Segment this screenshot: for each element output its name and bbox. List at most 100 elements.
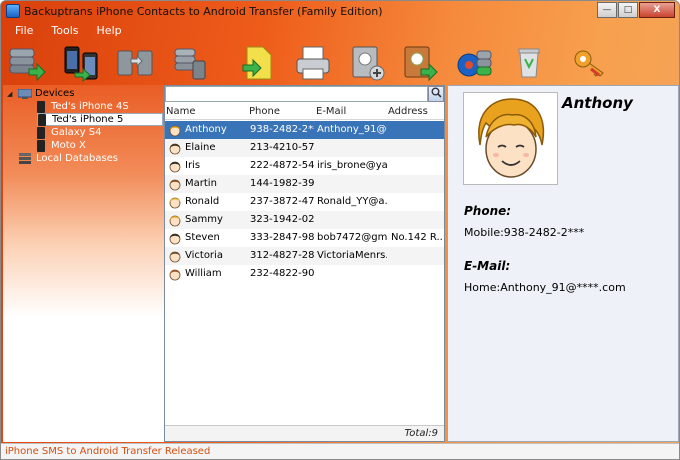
tree-devices-label: Devices: [35, 88, 75, 99]
close-button[interactable]: X: [639, 2, 675, 18]
contact-avatar-icon: [168, 195, 182, 209]
cell-name: Sammy: [185, 214, 223, 225]
contact-avatar-icon: [168, 231, 182, 245]
export-file-icon[interactable]: [239, 43, 279, 83]
phone-label: Phone:: [464, 204, 512, 218]
phone-icon: [37, 126, 45, 139]
sync-devices-icon[interactable]: [115, 43, 155, 83]
toolbar: [1, 39, 679, 87]
menu-file[interactable]: File: [1, 24, 41, 37]
contact-row[interactable]: Elaine 213-4210-57...: [165, 139, 444, 157]
device-tree: ◢ Devices Ted's iPhone 4S Ted's iPhone 5…: [3, 85, 164, 442]
contact-avatar-icon: [168, 141, 182, 155]
total-count: Total:9: [404, 428, 438, 439]
title-bar[interactable]: Backuptrans iPhone Contacts to Android T…: [1, 1, 679, 21]
contact-row[interactable]: Victoria 312-4827-28...VictoriaMenrs...: [165, 247, 444, 265]
tree-device-label: Moto X: [51, 140, 86, 151]
contact-name: Anthony: [562, 94, 633, 112]
transfer-to-android-icon[interactable]: [61, 43, 101, 83]
menu-bar: File Tools Help: [1, 21, 130, 39]
contact-detail-panel: Anthony Phone: Mobile:938-2482-2*** E-Ma…: [447, 85, 679, 442]
cell-address: No.142 R...: [391, 232, 443, 243]
menu-tools[interactable]: Tools: [41, 24, 86, 37]
tree-local-databases[interactable]: Local Databases: [19, 152, 118, 165]
key-icon[interactable]: [569, 43, 609, 83]
contact-avatar-icon: [168, 249, 182, 263]
contact-avatar-icon: [168, 213, 182, 227]
cell-name: Anthony: [185, 124, 227, 135]
contact-row[interactable]: Steven 333-2847-98...bob7472@gm... No.142 …: [165, 229, 444, 247]
tree-device-iphone-4s[interactable]: Ted's iPhone 4S: [37, 100, 129, 113]
col-header-name[interactable]: Name: [166, 104, 196, 119]
contact-avatar-icon: [168, 267, 182, 281]
tree-device-label: Ted's iPhone 4S: [51, 101, 129, 112]
cell-name: William: [185, 268, 222, 279]
tree-device-iphone-5[interactable]: Ted's iPhone 5: [37, 113, 163, 126]
status-text[interactable]: iPhone SMS to Android Transfer Released: [5, 446, 210, 457]
tree-device-galaxy-s4[interactable]: Galaxy S4: [37, 126, 102, 139]
cell-phone: 323-1942-02...: [250, 214, 314, 225]
backup-database-icon[interactable]: [7, 43, 47, 83]
tree-device-moto-x[interactable]: Moto X: [37, 139, 86, 152]
cell-phone: 232-4822-90...: [250, 268, 314, 279]
total-bar: Total:9: [165, 425, 444, 441]
cell-email: Ronald_YY@a...: [317, 196, 387, 207]
cell-phone: 312-4827-28...: [250, 250, 314, 261]
contact-row[interactable]: William 232-4822-90...: [165, 265, 444, 283]
cell-name: Steven: [185, 232, 220, 243]
cell-email: VictoriaMenrs...: [317, 250, 387, 261]
minimize-button[interactable]: —: [597, 2, 617, 18]
contact-row[interactable]: Martin 144-1982-39...: [165, 175, 444, 193]
window-controls: — □ X: [597, 2, 675, 18]
export-contacts-icon[interactable]: [401, 43, 441, 83]
phone-icon: [38, 113, 46, 126]
app-window: Backuptrans iPhone Contacts to Android T…: [0, 0, 680, 460]
app-icon: [6, 4, 20, 18]
tree-devices[interactable]: ◢ Devices: [7, 87, 74, 100]
contact-row[interactable]: Anthony 938-2482-2***Anthony_91@*...: [165, 121, 444, 139]
email-value[interactable]: Home:Anthony_91@****.com: [464, 281, 626, 294]
maximize-button[interactable]: □: [618, 2, 638, 18]
print-icon[interactable]: [293, 43, 333, 83]
cell-phone: 144-1982-39...: [250, 178, 314, 189]
contact-row[interactable]: Ronald 237-3872-47...Ronald_YY@a...: [165, 193, 444, 211]
tree-local-label: Local Databases: [36, 153, 119, 164]
phone-icon: [37, 139, 45, 152]
cell-name: Elaine: [185, 142, 216, 153]
cell-phone: 222-4872-54...: [250, 160, 314, 171]
tree-device-label: Ted's iPhone 5: [52, 114, 124, 125]
col-header-phone[interactable]: Phone: [249, 104, 280, 119]
header-divider: [165, 119, 444, 120]
contact-row[interactable]: Iris 222-4872-54...iris_brone@ya...: [165, 157, 444, 175]
contact-avatar-icon: [168, 123, 182, 137]
restore-icon[interactable]: [455, 43, 495, 83]
cell-phone: 333-2847-98...: [250, 232, 314, 243]
import-database-icon[interactable]: [169, 43, 209, 83]
window-title: Backuptrans iPhone Contacts to Android T…: [24, 4, 383, 18]
cell-phone: 213-4210-57...: [250, 142, 314, 153]
cell-name: Iris: [185, 160, 201, 171]
contact-avatar-icon: [168, 159, 182, 173]
cell-name: Victoria: [185, 250, 223, 261]
menu-help[interactable]: Help: [87, 24, 130, 37]
col-header-email[interactable]: E-Mail: [316, 104, 346, 119]
col-header-address[interactable]: Address: [388, 104, 428, 119]
contact-row[interactable]: Sammy 323-1942-02...: [165, 211, 444, 229]
phone-icon: [37, 100, 45, 113]
contact-list-panel: Name Phone E-Mail Address Anthony 938-248…: [164, 85, 445, 442]
cell-name: Ronald: [185, 196, 220, 207]
search-icon: [431, 87, 442, 101]
cell-name: Martin: [185, 178, 217, 189]
devices-icon: [17, 88, 33, 99]
trash-icon[interactable]: [509, 43, 549, 83]
add-contact-icon[interactable]: [347, 43, 387, 83]
search-button[interactable]: [428, 86, 444, 102]
search-row: [165, 86, 444, 103]
cell-email: iris_brone@ya...: [317, 160, 387, 171]
collapse-icon[interactable]: ◢: [7, 90, 15, 98]
phone-value[interactable]: Mobile:938-2482-2***: [464, 226, 584, 239]
cell-email: bob7472@gm...: [317, 232, 387, 243]
search-input[interactable]: [165, 86, 428, 102]
database-icon: [19, 152, 31, 165]
cell-phone: 237-3872-47...: [250, 196, 314, 207]
